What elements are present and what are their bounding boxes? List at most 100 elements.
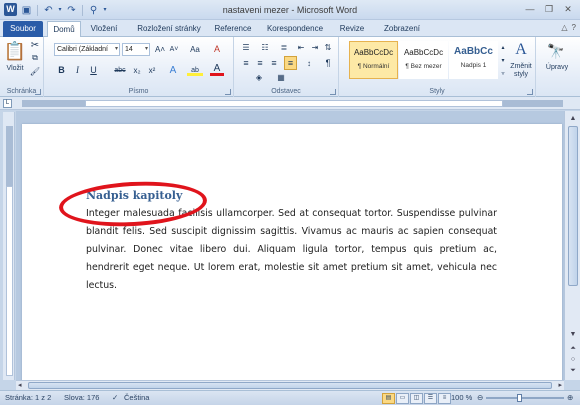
browse-object-icon[interactable]: ○ — [567, 355, 579, 365]
scroll-right-icon[interactable]: ▸ — [558, 381, 562, 390]
italic-button[interactable]: I — [72, 64, 83, 76]
zoom-level[interactable]: 100 % — [451, 391, 472, 405]
styles-scroll-down-icon[interactable]: ▾ — [499, 54, 507, 66]
style-no-spacing[interactable]: AaBbCcDc ¶ Bez mezer — [399, 41, 448, 79]
horizontal-scrollbar[interactable]: ◂ ▸ — [16, 380, 564, 390]
word-count[interactable]: Slova: 176 — [64, 391, 99, 405]
paste-button[interactable]: Vložit — [2, 65, 28, 72]
zoom-in-icon[interactable]: ⊕ — [567, 391, 573, 405]
zoom-slider-knob[interactable] — [517, 394, 522, 402]
page-count[interactable]: Stránka: 1 z 2 — [5, 391, 51, 405]
borders-icon[interactable]: ▦ — [274, 72, 288, 83]
help-icon[interactable]: ? — [572, 23, 576, 32]
window-controls: — ❐ ✕ — [522, 3, 576, 15]
tab-mailings[interactable]: Korespondence — [262, 21, 328, 37]
document-area[interactable]: Nadpis kapitoly Integer malesuada facili… — [16, 111, 564, 380]
clipboard-launcher-icon[interactable] — [35, 89, 41, 95]
tab-home[interactable]: Domů — [47, 21, 81, 37]
shading-icon[interactable]: ◈ — [252, 72, 266, 83]
chevron-down-icon: ▾ — [144, 46, 148, 52]
next-page-icon[interactable]: ⏷ — [567, 366, 579, 376]
style-normal[interactable]: AaBbCcDc ¶ Normální — [349, 41, 398, 79]
scroll-thumb[interactable] — [568, 126, 578, 286]
superscript-button[interactable]: x² — [146, 64, 158, 76]
font-size-dropdown[interactable]: 14 ▾ — [122, 43, 150, 56]
vertical-ruler-margin — [6, 126, 13, 186]
underline-button[interactable]: U — [88, 64, 99, 76]
bold-button[interactable]: B — [56, 64, 67, 76]
style-heading-1[interactable]: AaBbCc Nadpis 1 — [449, 41, 498, 79]
clear-formatting-icon[interactable]: A — [210, 43, 224, 55]
strikethrough-button[interactable]: abc — [112, 64, 128, 76]
styles-scroll-up-icon[interactable]: ▴ — [499, 41, 507, 53]
font-name-dropdown[interactable]: Calibri (Základní ▾ — [54, 43, 120, 56]
full-screen-reading-icon[interactable]: ▭ — [396, 393, 409, 404]
justify-icon[interactable]: ≡ — [284, 56, 297, 70]
zoom-slider[interactable] — [486, 397, 564, 399]
vertical-ruler[interactable] — [3, 112, 15, 380]
title-bar: W ▣ ↶ ▾ ↷ ⚲ ▾ nastaveni mezer - Microsof… — [0, 0, 580, 20]
subscript-button[interactable]: x₂ — [131, 64, 143, 76]
change-styles-button[interactable]: Změnit styly — [507, 63, 535, 79]
draft-icon[interactable]: ≡ — [438, 393, 451, 404]
ruler-right-margin — [503, 100, 563, 107]
font-color-icon[interactable]: A — [210, 63, 224, 76]
horizontal-ruler[interactable]: L — [0, 97, 580, 110]
minimize-ribbon-icon[interactable]: △ — [561, 23, 567, 32]
font-launcher-icon[interactable] — [225, 89, 231, 95]
tab-selector-icon[interactable]: L — [3, 99, 12, 108]
web-layout-icon[interactable]: ◫ — [410, 393, 423, 404]
minimize-icon[interactable]: — — [522, 3, 538, 15]
tab-page-layout[interactable]: Rozložení stránky — [130, 21, 208, 37]
editing-button[interactable]: Úpravy — [538, 64, 576, 71]
copy-icon[interactable]: ⧉ — [30, 53, 40, 63]
cut-icon[interactable]: ✂ — [30, 40, 40, 51]
paragraph-launcher-icon[interactable] — [330, 89, 336, 95]
format-painter-icon[interactable]: 🖌 — [30, 66, 40, 76]
increase-indent-icon[interactable]: ⇥ — [309, 41, 321, 53]
sort-icon[interactable]: ⇅ — [322, 41, 334, 53]
highlight-icon[interactable]: ab — [187, 64, 203, 76]
numbering-icon[interactable]: ☷ — [257, 41, 273, 53]
tab-references[interactable]: Reference — [210, 21, 256, 37]
editing-group: 🔭 Úpravy — [536, 37, 580, 97]
decrease-indent-icon[interactable]: ⇤ — [295, 41, 307, 53]
vertical-scrollbar[interactable]: ▲ ▼ ⏶ ○ ⏷ — [564, 111, 580, 380]
change-styles-icon[interactable]: A — [511, 40, 531, 60]
change-case-icon[interactable]: Aa — [187, 44, 203, 55]
align-center-icon[interactable]: ≡ — [254, 57, 266, 69]
scroll-up-icon[interactable]: ▲ — [567, 113, 579, 124]
grow-font-icon[interactable]: A˄ — [154, 44, 166, 55]
align-left-icon[interactable]: ≡ — [240, 57, 252, 69]
shrink-font-icon[interactable]: A˅ — [168, 44, 180, 55]
ribbon-controls: △ ? — [561, 23, 576, 32]
print-layout-icon[interactable]: ▤ — [382, 393, 395, 404]
show-formatting-icon[interactable]: ¶ — [322, 57, 334, 69]
ruler-text-area — [85, 100, 503, 107]
document-page[interactable]: Nadpis kapitoly Integer malesuada facili… — [22, 124, 562, 380]
horizontal-scroll-thumb[interactable] — [28, 382, 552, 389]
scroll-down-icon[interactable]: ▼ — [567, 329, 579, 340]
previous-page-icon[interactable]: ⏶ — [567, 344, 579, 354]
restore-icon[interactable]: ❐ — [541, 3, 557, 15]
text-effects-icon[interactable]: A — [166, 64, 180, 76]
language-indicator[interactable]: Čeština — [124, 391, 149, 405]
multilevel-list-icon[interactable]: ≣ — [276, 41, 292, 53]
tab-review[interactable]: Revize — [334, 21, 370, 37]
binoculars-icon[interactable]: 🔭 — [546, 42, 566, 60]
zoom-out-icon[interactable]: ⊖ — [477, 391, 483, 405]
scroll-left-icon[interactable]: ◂ — [18, 381, 22, 390]
vertical-ruler-text-area — [6, 186, 13, 376]
line-spacing-icon[interactable]: ↕ — [302, 57, 316, 69]
close-icon[interactable]: ✕ — [560, 3, 576, 15]
outline-icon[interactable]: ☰ — [424, 393, 437, 404]
align-right-icon[interactable]: ≡ — [268, 57, 280, 69]
tab-file[interactable]: Soubor — [3, 21, 43, 37]
styles-launcher-icon[interactable] — [527, 89, 533, 95]
tab-view[interactable]: Zobrazení — [377, 21, 427, 37]
paste-icon[interactable]: 📋 — [4, 40, 26, 62]
styles-more-icon[interactable]: ▿ — [499, 67, 507, 79]
spellcheck-icon[interactable]: ✓ — [112, 391, 118, 405]
tab-insert[interactable]: Vložení — [84, 21, 124, 37]
bullets-icon[interactable]: ☰ — [238, 41, 254, 53]
